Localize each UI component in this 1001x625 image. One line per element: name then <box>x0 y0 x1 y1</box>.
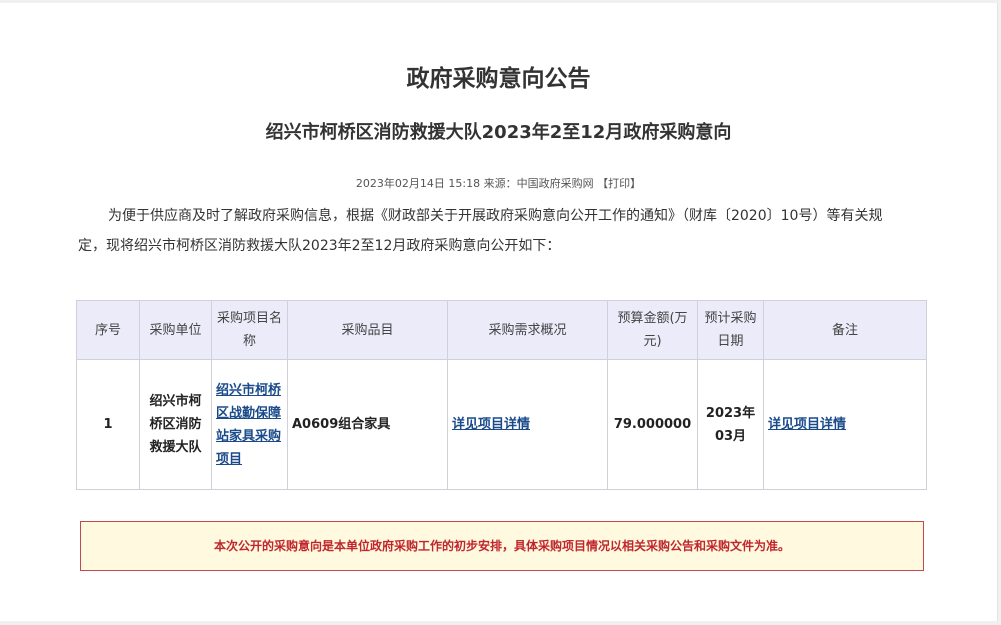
page-container: 政府采购意向公告 绍兴市柯桥区消防救援大队2023年2至12月政府采购意向 20… <box>0 3 998 621</box>
table-header-row: 序号 采购单位 采购项目名称 采购品目 采购需求概况 预算金额(万元) 预计采购… <box>76 300 927 360</box>
header-unit: 采购单位 <box>139 300 212 360</box>
cell-date: 2023年03月 <box>697 359 764 490</box>
header-date: 预计采购日期 <box>697 300 764 360</box>
table-row: 1 绍兴市柯桥区消防救援大队 绍兴市柯桥区战勤保障站家具采购项目 A0609组合… <box>76 359 927 490</box>
cell-unit: 绍兴市柯桥区消防救援大队 <box>139 359 212 490</box>
print-link[interactable]: 【打印】 <box>597 177 641 190</box>
header-index: 序号 <box>76 300 140 360</box>
cell-project-name: 绍兴市柯桥区战勤保障站家具采购项目 <box>211 359 288 490</box>
cell-category: A0609组合家具 <box>287 359 448 490</box>
cell-index: 1 <box>76 359 140 490</box>
demand-detail-link[interactable]: 详见项目详情 <box>452 417 530 432</box>
header-budget: 预算金额(万元) <box>607 300 698 360</box>
page-title: 政府采购意向公告 <box>406 66 591 92</box>
intro-paragraph: 为便于供应商及时了解政府采购信息，根据《财政部关于开展政府采购意向公开工作的通知… <box>78 208 883 254</box>
source-name: 中国政府采购网 <box>516 177 594 190</box>
header-demand: 采购需求概况 <box>447 300 608 360</box>
source-label: 来源： <box>483 177 517 190</box>
article-meta: 2023年02月14日 15:18 来源：中国政府采购网 【打印】 <box>0 175 997 191</box>
cell-remark: 详见项目详情 <box>763 359 927 490</box>
remark-detail-link[interactable]: 详见项目详情 <box>768 417 846 432</box>
publish-datetime: 2023年02月14日 15:18 <box>355 177 481 190</box>
page-subtitle: 绍兴市柯桥区消防救援大队2023年2至12月政府采购意向 <box>265 122 732 143</box>
header-project-name: 采购项目名称 <box>211 300 288 360</box>
header-remark: 备注 <box>763 300 927 360</box>
header-category: 采购品目 <box>287 300 448 360</box>
project-name-link[interactable]: 绍兴市柯桥区战勤保障站家具采购项目 <box>216 383 281 467</box>
procurement-table: 序号 采购单位 采购项目名称 采购品目 采购需求概况 预算金额(万元) 预计采购… <box>76 300 927 490</box>
cell-budget: 79.000000 <box>607 359 698 490</box>
cell-demand: 详见项目详情 <box>447 359 608 490</box>
notice-box: 本次公开的采购意向是本单位政府采购工作的初步安排，具体采购项目情况以相关采购公告… <box>80 521 924 571</box>
